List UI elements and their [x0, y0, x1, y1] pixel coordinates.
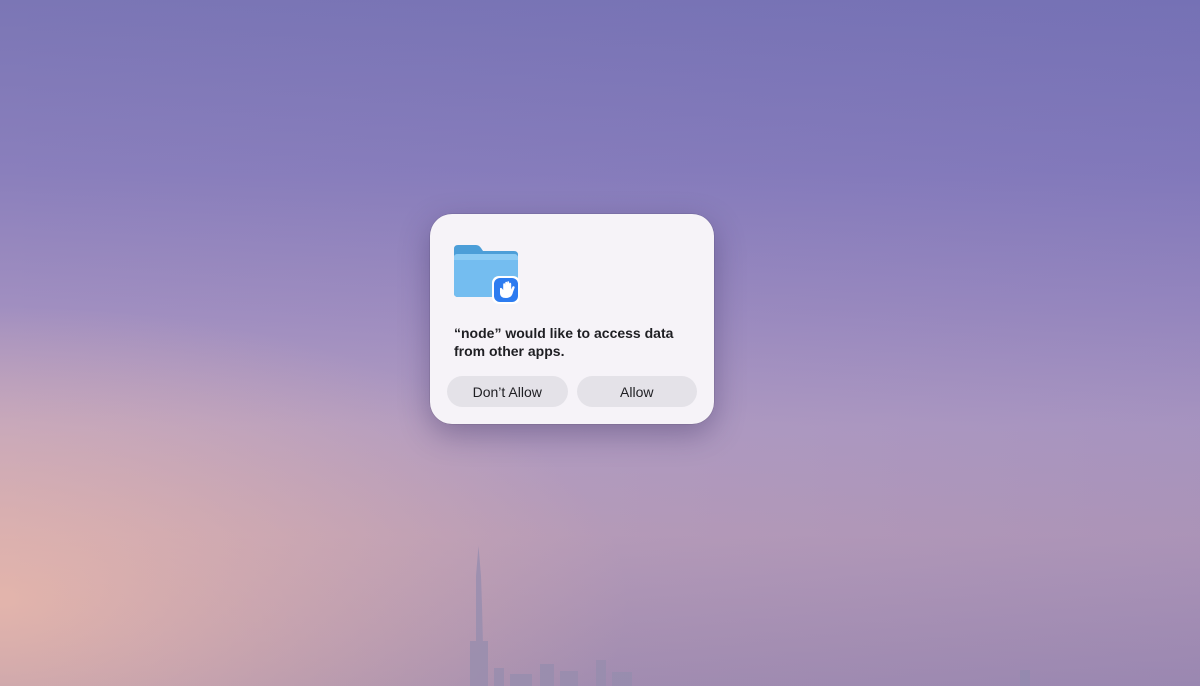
city-skyline [470, 546, 1030, 686]
privacy-hand-badge-icon [492, 276, 520, 304]
folder-with-hand-icon [454, 245, 520, 304]
permission-dialog: “node” would like to access data from ot… [430, 214, 714, 424]
dont-allow-button[interactable]: Don’t Allow [447, 376, 568, 407]
dialog-button-row: Don’t Allow Allow [447, 376, 697, 407]
allow-button[interactable]: Allow [576, 376, 697, 407]
dialog-message: “node” would like to access data from ot… [454, 325, 674, 359]
